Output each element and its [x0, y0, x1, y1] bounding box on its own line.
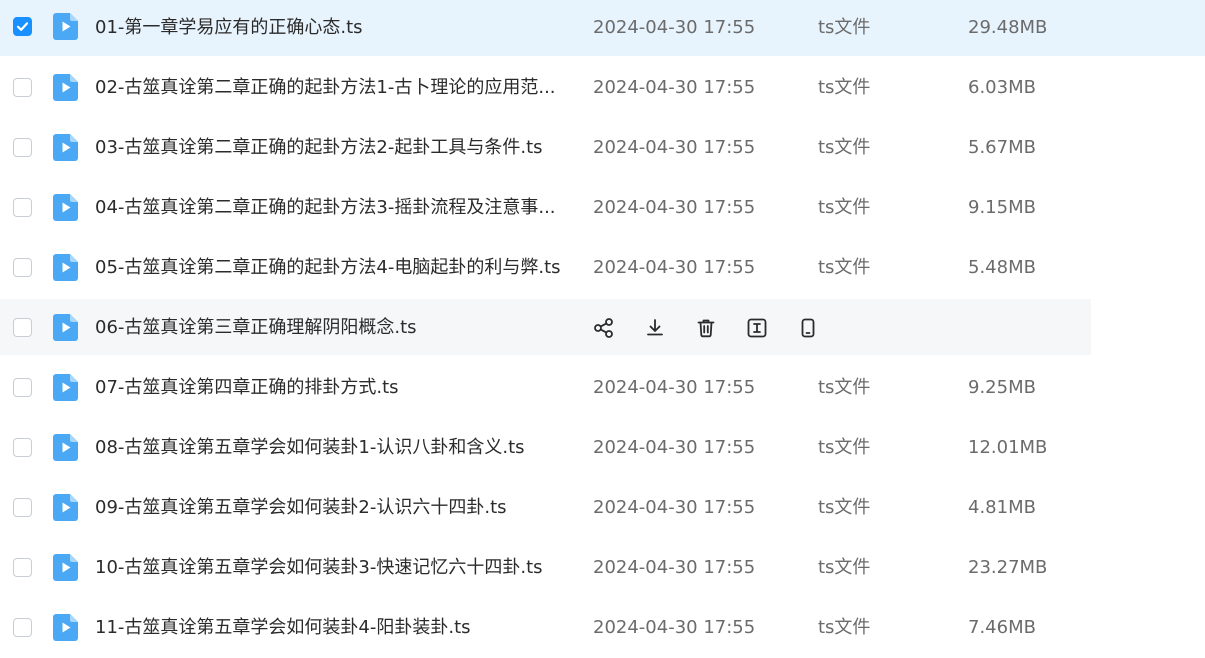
row-checkbox[interactable] [13, 378, 32, 397]
file-size: 5.48MB [968, 257, 1036, 278]
file-date: 2024-04-30 17:55 [593, 377, 756, 398]
file-date: 2024-04-30 17:55 [593, 617, 756, 638]
file-type: ts文件 [818, 497, 871, 518]
row-checkbox[interactable] [13, 438, 32, 457]
file-size: 7.46MB [968, 617, 1036, 638]
file-name[interactable]: 10-古筮真诠第五章学会如何装卦3-快速记忆六十四卦.ts [95, 556, 565, 580]
file-date: 2024-04-30 17:55 [593, 77, 756, 98]
file-name[interactable]: 09-古筮真诠第五章学会如何装卦2-认识六十四卦.ts [95, 496, 565, 520]
file-size: 5.67MB [968, 137, 1036, 158]
file-date: 2024-04-30 17:55 [593, 137, 756, 158]
file-row[interactable]: 03-古筮真诠第二章正确的起卦方法2-起卦工具与条件.ts 2024-04-30 … [0, 118, 1205, 178]
file-date: 2024-04-30 17:55 [593, 557, 756, 578]
video-file-icon [53, 254, 78, 281]
row-checkbox[interactable] [13, 618, 32, 637]
file-row[interactable]: 04-古筮真诠第二章正确的起卦方法3-摇卦流程及注意事... 2024-04-30… [0, 178, 1205, 238]
phone-icon[interactable] [797, 317, 821, 341]
file-row[interactable]: 09-古筮真诠第五章学会如何装卦2-认识六十四卦.ts 2024-04-30 17… [0, 478, 1205, 538]
row-checkbox[interactable] [13, 558, 32, 577]
file-size: 23.27MB [968, 557, 1048, 578]
file-name[interactable]: 08-古筮真诠第五章学会如何装卦1-认识八卦和含义.ts [95, 436, 565, 460]
rename-icon[interactable] [746, 317, 770, 341]
file-size: 6.03MB [968, 77, 1036, 98]
file-size: 12.01MB [968, 437, 1048, 458]
file-type: ts文件 [818, 197, 871, 218]
file-name[interactable]: 07-古筮真诠第四章正确的排卦方式.ts [95, 376, 565, 400]
file-type: ts文件 [818, 557, 871, 578]
video-file-icon [53, 74, 78, 101]
file-size: 9.15MB [968, 197, 1036, 218]
file-row[interactable]: 06-古筮真诠第三章正确理解阴阳概念.ts [0, 298, 1205, 358]
file-name[interactable]: 11-古筮真诠第五章学会如何装卦4-阳卦装卦.ts [95, 616, 565, 640]
file-type: ts文件 [818, 437, 871, 458]
file-row[interactable]: 05-古筮真诠第二章正确的起卦方法4-电脑起卦的利与弊.ts 2024-04-30… [0, 238, 1205, 298]
file-type: ts文件 [818, 77, 871, 98]
file-date: 2024-04-30 17:55 [593, 197, 756, 218]
video-file-icon [53, 374, 78, 401]
video-file-icon [53, 314, 78, 341]
file-rows: 02-古筮真诠第二章正确的起卦方法1-古卜理论的应用范... 2024-04-30… [0, 0, 1205, 646]
row-checkbox[interactable] [13, 78, 32, 97]
file-name[interactable]: 03-古筮真诠第二章正确的起卦方法2-起卦工具与条件.ts [95, 136, 565, 160]
row-checkbox[interactable] [13, 258, 32, 277]
delete-icon[interactable] [695, 317, 719, 341]
download-icon[interactable] [644, 317, 668, 341]
row-checkbox[interactable] [13, 138, 32, 157]
share-icon[interactable] [593, 317, 617, 341]
file-date: 2024-04-30 17:55 [593, 437, 756, 458]
row-checkbox[interactable] [13, 318, 32, 337]
file-name[interactable]: 04-古筮真诠第二章正确的起卦方法3-摇卦流程及注意事... [95, 196, 565, 220]
video-file-icon [53, 134, 78, 161]
video-file-icon [53, 614, 78, 641]
row-checkbox[interactable] [13, 198, 32, 217]
file-name[interactable]: 05-古筮真诠第二章正确的起卦方法4-电脑起卦的利与弊.ts [95, 256, 565, 280]
file-type: ts文件 [818, 257, 871, 278]
file-row[interactable]: 08-古筮真诠第五章学会如何装卦1-认识八卦和含义.ts 2024-04-30 1… [0, 418, 1205, 478]
file-row[interactable]: 02-古筮真诠第二章正确的起卦方法1-古卜理论的应用范... 2024-04-30… [0, 58, 1205, 118]
video-file-icon [53, 434, 78, 461]
video-file-icon [53, 494, 78, 521]
video-file-icon [53, 194, 78, 221]
file-name[interactable]: 02-古筮真诠第二章正确的起卦方法1-古卜理论的应用范... [95, 76, 565, 100]
file-date: 2024-04-30 17:55 [593, 257, 756, 278]
file-size: 9.25MB [968, 377, 1036, 398]
file-type: ts文件 [818, 377, 871, 398]
file-type: ts文件 [818, 617, 871, 638]
file-name[interactable]: 06-古筮真诠第三章正确理解阴阳概念.ts [95, 316, 565, 340]
file-row[interactable]: 11-古筮真诠第五章学会如何装卦4-阳卦装卦.ts 2024-04-30 17:5… [0, 598, 1205, 658]
file-size: 4.81MB [968, 497, 1036, 518]
file-type: ts文件 [818, 137, 871, 158]
video-file-icon [53, 554, 78, 581]
file-date: 2024-04-30 17:55 [593, 497, 756, 518]
file-row[interactable]: 07-古筮真诠第四章正确的排卦方式.ts 2024-04-30 17:55 ts文件… [0, 358, 1205, 418]
row-checkbox[interactable] [13, 498, 32, 517]
file-row[interactable]: 10-古筮真诠第五章学会如何装卦3-快速记忆六十四卦.ts 2024-04-30 … [0, 538, 1205, 598]
